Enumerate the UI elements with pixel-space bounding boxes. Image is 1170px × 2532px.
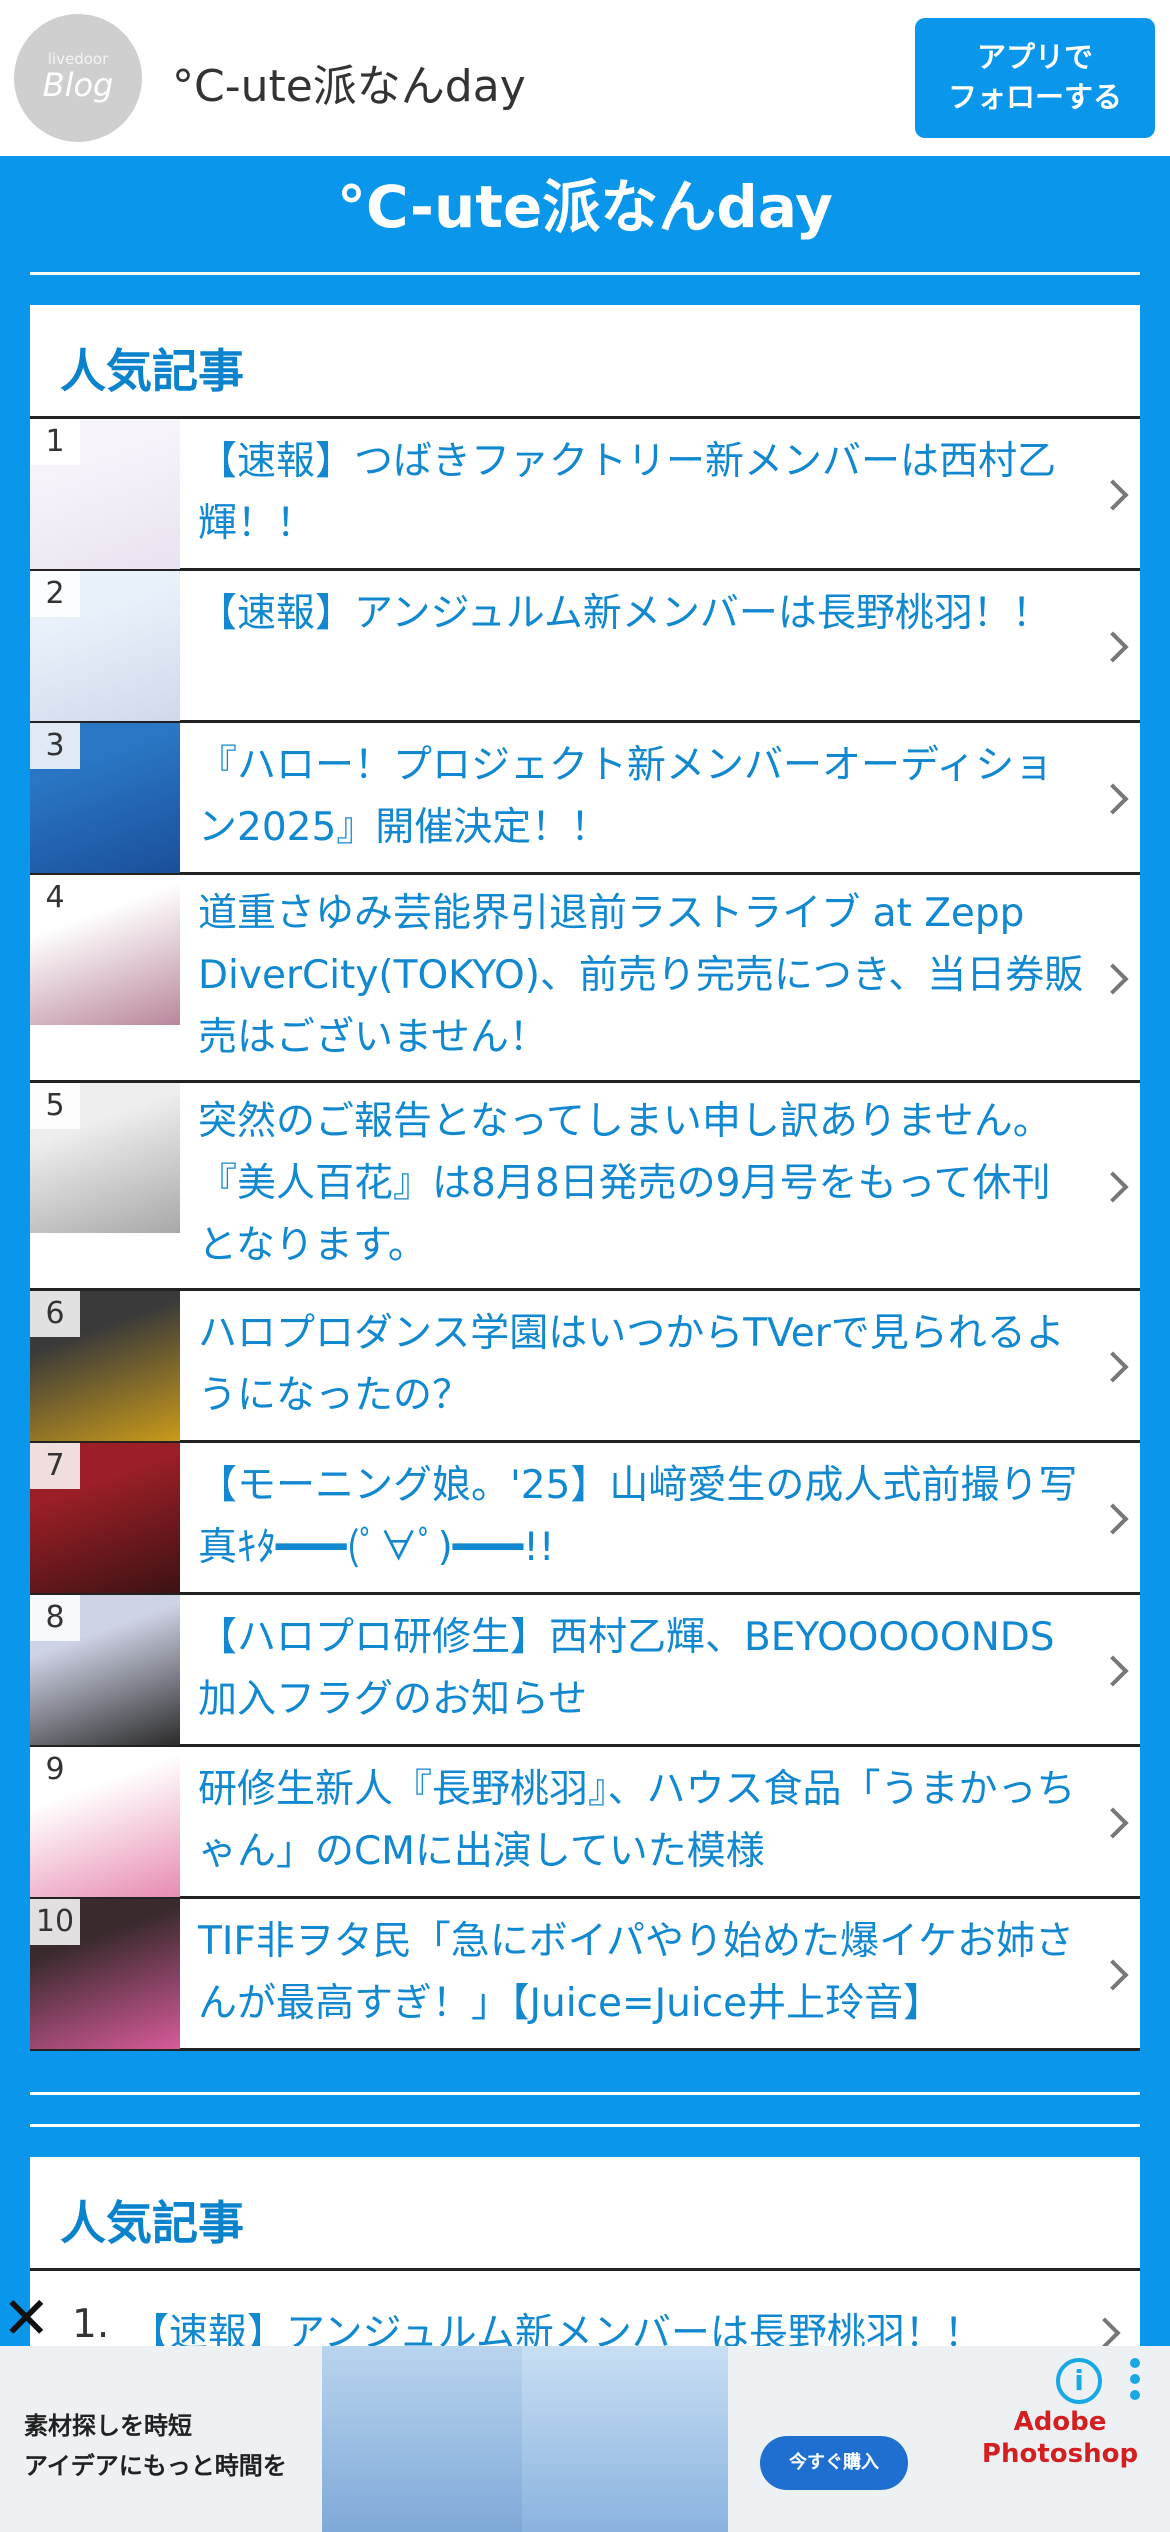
follow-app-button[interactable]: アプリで フォローする <box>915 18 1155 138</box>
ad-brand-logo: Adobe Photoshop <box>981 2407 1139 2469</box>
article-thumbnail[interactable]: 8 <box>30 1595 180 1745</box>
article-thumbnail[interactable]: 7 <box>30 1443 180 1593</box>
ranking-list: 1 【速報】つばきファクトリー新メンバーは西村乙輝！！ 2 【速報】アンジュルム新メン… <box>30 419 1140 2051</box>
ranking-item[interactable]: 7 【モーニング娘。'25】山﨑愛生の成人式前撮り写真ｷﾀ━━━(ﾟ∀ﾟ)━━━!… <box>30 1443 1140 1595</box>
chevron-right-icon <box>1097 1959 1129 1991</box>
chevron-right-icon <box>1097 963 1129 995</box>
article-link[interactable]: 【速報】アンジュルム新メンバーは長野桃羽！！ <box>198 583 1085 645</box>
ranking-item[interactable]: 3 『ハロー！プロジェクト新メンバーオーディション2025』開催決定！！ <box>30 723 1140 875</box>
article-thumbnail[interactable]: 9 <box>30 1747 180 1897</box>
chevron-right-icon <box>1089 2317 1121 2349</box>
article-thumbnail[interactable]: 2 <box>30 571 180 721</box>
ad-image <box>322 2346 522 2532</box>
ad-buy-button[interactable]: 今すぐ購入 <box>760 2436 908 2490</box>
ranking-item[interactable]: 8 【ハロプロ研修生】西村乙輝、BEYOOOOONDS加入フラグのお知らせ <box>30 1595 1140 1747</box>
chevron-right-icon <box>1097 783 1129 815</box>
rank-number: 4 <box>30 875 80 921</box>
ad-copy: 素材探しを時短 アイデアにもっと時間を <box>24 2412 287 2480</box>
article-link[interactable]: 研修生新人『長野桃羽』、ハウス食品「うまかっちゃん」のCMに出演していた模様 <box>198 1759 1085 1883</box>
ranking-item[interactable]: 9 研修生新人『長野桃羽』、ハウス食品「うまかっちゃん」のCMに出演していた模様 <box>30 1747 1140 1899</box>
rank-number: 9 <box>30 1747 80 1793</box>
blog-name[interactable]: °C-ute派なんday <box>172 50 526 114</box>
chevron-right-icon <box>1097 1655 1129 1687</box>
close-icon[interactable]: ✕ <box>2 2289 52 2347</box>
ranking-item[interactable]: 5 突然のご報告となってしまい申し訳ありません。『美人百花』は8月8日発売の9月号… <box>30 1083 1140 1291</box>
ranking-item[interactable]: 1 【速報】つばきファクトリー新メンバーは西村乙輝！！ <box>30 419 1140 571</box>
avatar-big-text: Blog <box>42 66 114 104</box>
article-thumbnail[interactable]: 1 <box>30 419 180 569</box>
article-link[interactable]: 【モーニング娘。'25】山﨑愛生の成人式前撮り写真ｷﾀ━━━(ﾟ∀ﾟ)━━━!! <box>198 1455 1085 1579</box>
chevron-right-icon <box>1097 1807 1129 1839</box>
site-title[interactable]: °C-ute派なんday <box>0 160 1170 244</box>
article-link[interactable]: ハロプロダンス学園はいつからTVerで見られるようになったの？ <box>198 1303 1085 1427</box>
blog-avatar[interactable]: livedoor Blog <box>14 14 142 142</box>
chevron-right-icon <box>1097 1503 1129 1535</box>
article-thumbnail[interactable]: 4 <box>30 875 180 1025</box>
rank-number: 7 <box>30 1443 80 1489</box>
chevron-right-icon <box>1097 479 1129 511</box>
rank-number: 3 <box>30 723 80 769</box>
article-thumbnail[interactable]: 10 <box>30 1899 180 2049</box>
article-thumbnail[interactable]: 6 <box>30 1291 180 1441</box>
article-link[interactable]: 『ハロー！プロジェクト新メンバーオーディション2025』開催決定！！ <box>198 735 1085 859</box>
article-thumbnail[interactable]: 3 <box>30 723 180 873</box>
ad-banner[interactable]: 素材探しを時短 アイデアにもっと時間を 今すぐ購入 Adobe Photosho… <box>0 2346 1170 2532</box>
rank-number: 8 <box>30 1595 80 1641</box>
rank-number: 10 <box>30 1899 80 1945</box>
rank-number: 1 <box>30 419 80 465</box>
article-link[interactable]: 【速報】つばきファクトリー新メンバーは西村乙輝！！ <box>198 431 1085 555</box>
ranking-heading-2: 人気記事 <box>30 2157 1140 2271</box>
divider <box>30 2092 1140 2095</box>
rank-number: 6 <box>30 1291 80 1337</box>
article-link[interactable]: 【ハロプロ研修生】西村乙輝、BEYOOOOONDS加入フラグのお知らせ <box>198 1607 1085 1731</box>
ad-image <box>522 2346 728 2532</box>
ranking-heading: 人気記事 <box>30 305 1140 419</box>
ranking-item[interactable]: 2 【速報】アンジュルム新メンバーは長野桃羽！！ <box>30 571 1140 723</box>
top-header: livedoor Blog °C-ute派なんday アプリで フォローする <box>0 0 1170 156</box>
info-icon[interactable]: i <box>1056 2358 1102 2404</box>
article-link[interactable]: 突然のご報告となってしまい申し訳ありません。『美人百花』は8月8日発売の9月号を… <box>198 1091 1085 1277</box>
article-link[interactable]: TIF非ヲタ民「急にボイパやり始めた爆イケお姉さんが最高すぎ！」【Juice=J… <box>198 1911 1085 2035</box>
ranking-panel-2: 人気記事 1. 【速報】アンジュルム新メンバーは長野桃羽！！ <box>30 2157 1140 2357</box>
article-link[interactable]: 道重さゆみ芸能界引退前ラストライブ at Zepp DiverCity(TOKY… <box>198 883 1085 1069</box>
divider <box>30 2124 1140 2127</box>
chevron-right-icon <box>1097 631 1129 663</box>
chevron-right-icon <box>1097 1171 1129 1203</box>
ranking-item[interactable]: 10 TIF非ヲタ民「急にボイパやり始めた爆イケお姉さんが最高すぎ！」【Juice… <box>30 1899 1140 2051</box>
article-thumbnail[interactable]: 5 <box>30 1083 180 1233</box>
rank-number: 2 <box>30 571 80 617</box>
rank-number: 1. <box>72 2302 110 2347</box>
more-icon[interactable] <box>1130 2358 1142 2408</box>
ranking-item[interactable]: 4 道重さゆみ芸能界引退前ラストライブ at Zepp DiverCity(TOK… <box>30 875 1140 1083</box>
divider <box>30 272 1140 275</box>
ranking-item[interactable]: 6 ハロプロダンス学園はいつからTVerで見られるようになったの？ <box>30 1291 1140 1443</box>
chevron-right-icon <box>1097 1351 1129 1383</box>
ranking-panel: 人気記事 1 【速報】つばきファクトリー新メンバーは西村乙輝！！ 2 【速報】アンジュ… <box>30 305 1140 2051</box>
rank-number: 5 <box>30 1083 80 1129</box>
